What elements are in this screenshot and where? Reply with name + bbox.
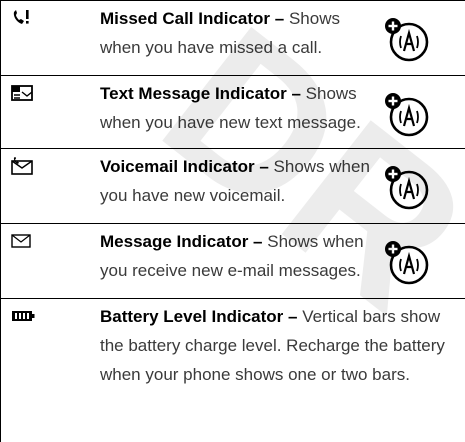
table-row-text-message: Text Message Indicator – Shows when you …	[0, 76, 465, 149]
indicator-title: Message Indicator –	[100, 232, 263, 251]
voicemail-icon	[11, 157, 33, 175]
network-feature-badge-icon	[382, 15, 432, 63]
missed-call-icon	[11, 9, 31, 27]
table-row-voicemail: Voicemail Indicator – Shows when you hav…	[0, 149, 465, 224]
table-row-message: Message Indicator – Shows when you recei…	[0, 224, 465, 299]
indicator-description: Missed Call Indicator – Shows when you h…	[100, 4, 385, 62]
indicator-description: Voicemail Indicator – Shows when you hav…	[100, 152, 385, 210]
indicator-title: Battery Level Indicator –	[100, 307, 298, 326]
manual-page: DR Missed Call Indicator – Shows when yo…	[0, 0, 465, 442]
email-message-icon	[11, 232, 31, 250]
text-message-icon	[11, 84, 33, 102]
indicator-title: Text Message Indicator –	[100, 84, 301, 103]
indicator-title: Missed Call Indicator –	[100, 9, 285, 28]
network-feature-badge-icon	[382, 238, 432, 286]
table-row-missed-call: Missed Call Indicator – Shows when you h…	[0, 1, 465, 76]
indicator-title: Voicemail Indicator –	[100, 157, 269, 176]
indicator-description: Battery Level Indicator – Vertical bars …	[100, 302, 450, 389]
indicator-description: Message Indicator – Shows when you recei…	[100, 227, 385, 285]
network-feature-badge-icon	[382, 90, 432, 138]
network-feature-badge-icon	[382, 163, 432, 211]
table-row-battery: Battery Level Indicator – Vertical bars …	[0, 299, 465, 442]
indicator-table: Missed Call Indicator – Shows when you h…	[0, 0, 465, 442]
battery-level-icon	[11, 307, 35, 325]
indicator-description: Text Message Indicator – Shows when you …	[100, 79, 385, 137]
